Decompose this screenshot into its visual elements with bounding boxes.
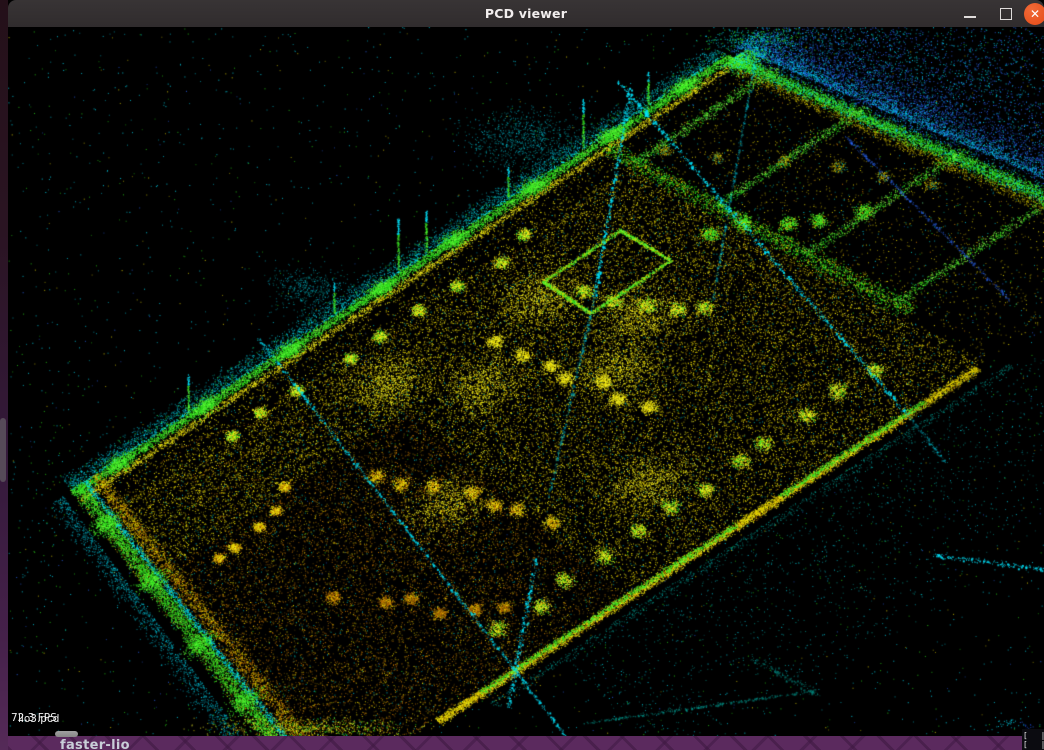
desktop-bottom-strip xyxy=(8,736,1044,750)
file-name-overlay: lio3.pcd xyxy=(18,713,59,725)
desktop-left-strip xyxy=(0,0,8,750)
background-scrollbar-thumb xyxy=(0,418,6,482)
terminal-fragment-line: [ | xyxy=(1024,731,1044,740)
background-window-handle[interactable] xyxy=(55,731,78,737)
minimize-icon xyxy=(964,16,976,18)
point-cloud-canvas[interactable] xyxy=(8,27,1044,736)
screen: PCD viewer ✕ 72.3 FPS lio3.pcd faster-li… xyxy=(0,0,1044,750)
titlebar[interactable]: PCD viewer ✕ xyxy=(8,0,1044,28)
wallpaper-pattern xyxy=(8,736,1044,750)
background-terminal-fragment: [ | [ | xyxy=(1022,729,1044,750)
background-app-title[interactable]: faster-lio xyxy=(60,738,130,750)
pcd-viewer-window: PCD viewer ✕ 72.3 FPS lio3.pcd xyxy=(8,0,1044,736)
render-viewport: 72.3 FPS lio3.pcd xyxy=(8,27,1044,736)
window-title: PCD viewer xyxy=(8,0,1044,27)
maximize-icon xyxy=(1000,8,1012,20)
terminal-fragment-line: [ | xyxy=(1024,740,1044,749)
maximize-button[interactable] xyxy=(994,0,1018,27)
minimize-button[interactable] xyxy=(958,0,982,27)
close-button[interactable]: ✕ xyxy=(1023,0,1044,27)
close-icon: ✕ xyxy=(1024,3,1044,25)
